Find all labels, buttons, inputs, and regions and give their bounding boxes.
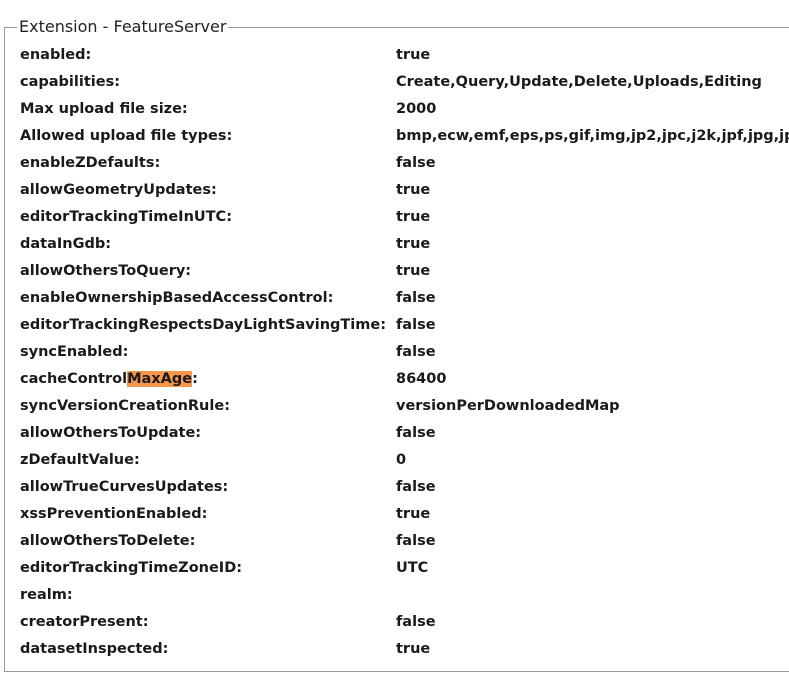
property-key: allowOthersToDelete: [20,533,196,549]
property-value: true [396,47,431,63]
property-row-dataset-inspected: datasetInspected: true [20,637,789,664]
property-key: editorTrackingTimeInUTC: [20,209,232,225]
property-row-cache-control-max-age: cacheControlMaxAge: 86400 [20,367,789,394]
property-list: enabled: true capabilities: Create,Query… [20,43,789,664]
property-key: syncVersionCreationRule: [20,398,230,414]
property-value: false [396,425,436,441]
property-row-capabilities: capabilities: Create,Query,Update,Delete… [20,70,789,97]
property-key-prefix: cacheControl [20,371,128,387]
property-row-sync-enabled: syncEnabled: false [20,340,789,367]
fieldset-legend: Extension - FeatureServer [17,17,229,37]
property-row-editor-tracking-time-in-utc: editorTrackingTimeInUTC: true [20,205,789,232]
property-row-xss-prevention-enabled: xssPreventionEnabled: true [20,502,789,529]
property-key: editorTrackingRespectsDayLightSavingTime… [20,317,386,333]
property-value: 86400 [396,371,447,387]
property-row-creator-present: creatorPresent: false [20,610,789,637]
property-value: false [396,317,436,333]
property-value: true [396,506,431,522]
property-row-enable-z-defaults: enableZDefaults: false [20,151,789,178]
property-value: 0 [396,452,407,468]
property-key: zDefaultValue: [20,452,140,468]
property-value: false [396,290,436,306]
property-row-realm: realm: [20,583,789,610]
property-value: true [396,182,431,198]
property-key: enableOwnershipBasedAccessControl: [20,290,334,306]
property-row-z-default-value: zDefaultValue: 0 [20,448,789,475]
search-highlight: MaxAge [127,371,193,387]
property-row-editor-tracking-time-zone-id: editorTrackingTimeZoneID: UTC [20,556,789,583]
property-row-editor-tracking-respects-dst: editorTrackingRespectsDayLightSavingTime… [20,313,789,340]
property-key: editorTrackingTimeZoneID: [20,560,243,576]
property-value: false [396,344,436,360]
property-row-data-in-gdb: dataInGdb: true [20,232,789,259]
property-key: enableZDefaults: [20,155,161,171]
property-key: allowOthersToQuery: [20,263,192,279]
property-key: allowTrueCurvesUpdates: [20,479,229,495]
property-value: false [396,614,436,630]
property-key: capabilities: [20,74,120,90]
property-key-suffix: : [192,371,198,387]
property-value: true [396,263,431,279]
property-key: cacheControlMaxAge: [20,367,198,392]
property-value: true [396,236,431,252]
property-row-allowed-upload-file-types: Allowed upload file types: bmp,ecw,emf,e… [20,124,789,151]
property-key: creatorPresent: [20,614,149,630]
property-value: 2000 [396,101,437,117]
property-row-allow-others-to-delete: allowOthersToDelete: false [20,529,789,556]
property-key: syncEnabled: [20,344,129,360]
property-value: true [396,209,431,225]
property-value: bmp,ecw,emf,eps,ps,gif,img,jp2,jpc,j2k,j… [396,128,789,144]
property-row-sync-version-creation-rule: syncVersionCreationRule: versionPerDownl… [20,394,789,421]
property-key: datasetInspected: [20,641,169,657]
property-value: Create,Query,Update,Delete,Uploads,Editi… [396,74,762,90]
property-key: xssPreventionEnabled: [20,506,208,522]
property-key: realm: [20,587,73,603]
property-row-allow-true-curves-updates: allowTrueCurvesUpdates: false [20,475,789,502]
property-key: allowGeometryUpdates: [20,182,217,198]
property-key: Max upload file size: [20,101,188,117]
property-row-allow-others-to-update: allowOthersToUpdate: false [20,421,789,448]
property-value: UTC [396,560,429,576]
property-key: enabled: [20,47,92,63]
property-value: false [396,479,436,495]
property-key: Allowed upload file types: [20,128,233,144]
property-value: versionPerDownloadedMap [396,398,620,414]
property-row-allow-others-to-query: allowOthersToQuery: true [20,259,789,286]
property-row-enable-ownership-based-access-control: enableOwnershipBasedAccessControl: false [20,286,789,313]
property-key: dataInGdb: [20,236,112,252]
property-value: false [396,155,436,171]
property-row-max-upload-file-size: Max upload file size: 2000 [20,97,789,124]
property-key: allowOthersToUpdate: [20,425,202,441]
property-row-enabled: enabled: true [20,43,789,70]
property-row-allow-geometry-updates: allowGeometryUpdates: true [20,178,789,205]
property-value: true [396,641,431,657]
property-value: false [396,533,436,549]
